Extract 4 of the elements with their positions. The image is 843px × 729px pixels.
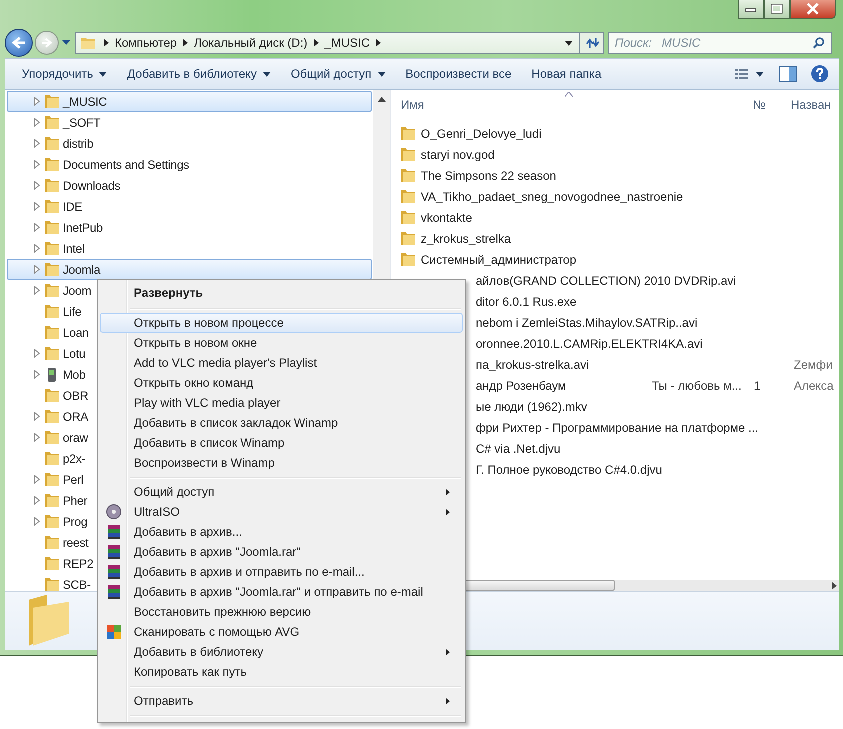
table-cell: Zемфи xyxy=(794,358,833,372)
table-cell: Алекса xyxy=(794,378,834,392)
table-cell: Ты - любовь м... xyxy=(652,378,742,392)
table-cell: 1 xyxy=(754,378,761,392)
